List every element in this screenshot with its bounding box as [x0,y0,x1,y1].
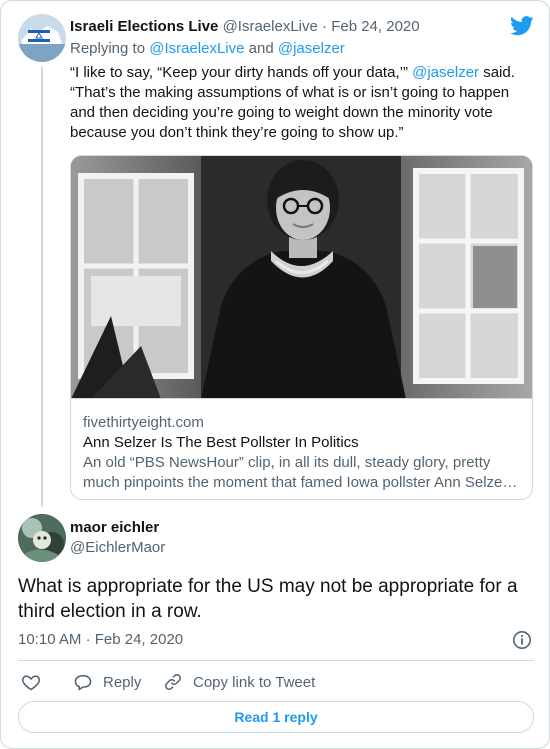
replying-and: and [248,40,274,57]
info-icon[interactable] [512,630,532,650]
read-replies-button[interactable]: Read 1 reply [18,701,534,733]
link-preview-card[interactable]: fivethirtyeight.com Ann Selzer Is The Be… [70,155,533,500]
tweet-date: Feb 24, 2020 [94,631,184,648]
link-preview-meta: fivethirtyeight.com Ann Selzer Is The Be… [83,413,523,493]
main-author-handle[interactable]: @EichlerMaor [70,538,165,558]
tweet-actions: Reply Copy link to Tweet [18,671,534,693]
link-preview-image [71,156,532,399]
parent-author-name[interactable]: Israeli Elections Live [70,18,218,35]
main-avatar[interactable] [18,514,66,562]
reply-button[interactable]: Reply [73,671,141,693]
link-domain: fivethirtyeight.com [83,414,204,431]
copy-link-button[interactable]: Copy link to Tweet [163,671,315,693]
link-icon [165,674,181,690]
parent-tweet-date[interactable]: Feb 24, 2020 [331,18,419,35]
replying-to-line: Replying to @IsraelexLive and @jaselzer [70,39,345,59]
action-divider [18,660,534,661]
tweet-time: 10:10 AM [18,631,82,648]
link-description: An old “PBS NewsHour” clip, in all its d… [83,454,518,491]
twitter-bird-icon[interactable] [510,16,534,36]
parent-text-mention[interactable]: @jaselzer [412,64,479,81]
time-separator: · [85,631,91,648]
reply-label: Reply [103,673,142,691]
parent-author-handle[interactable]: @IsraelexLive [223,18,318,35]
replying-mention-1[interactable]: @IsraelexLive [149,40,244,57]
replying-label: Replying to [70,40,146,57]
parent-avatar[interactable] [18,14,66,62]
reply-bubble-icon [74,674,92,691]
like-button[interactable] [21,671,51,693]
replying-mention-2[interactable]: @jaselzer [278,40,345,57]
parent-tweet-header: Israeli Elections Live @IsraelexLive · F… [70,17,420,37]
main-tweet-timestamp[interactable]: 10:10 AM · Feb 24, 2020 [18,630,183,650]
header-separator: · [322,18,328,35]
copy-link-label: Copy link to Tweet [193,673,316,691]
main-author-name[interactable]: maor eichler [70,518,159,538]
tweet-embed-card: Israeli Elections Live @IsraelexLive · F… [0,0,550,749]
thread-connector-line [41,67,43,507]
parent-tweet-text: “I like to say, “Keep your dirty hands o… [70,63,530,143]
parent-text-part1: “I like to say, “Keep your dirty hands o… [70,64,408,81]
main-tweet-text: What is appropriate for the US may not b… [18,576,518,622]
link-title: Ann Selzer Is The Best Pollster In Polit… [83,434,359,451]
heart-icon [21,675,41,691]
